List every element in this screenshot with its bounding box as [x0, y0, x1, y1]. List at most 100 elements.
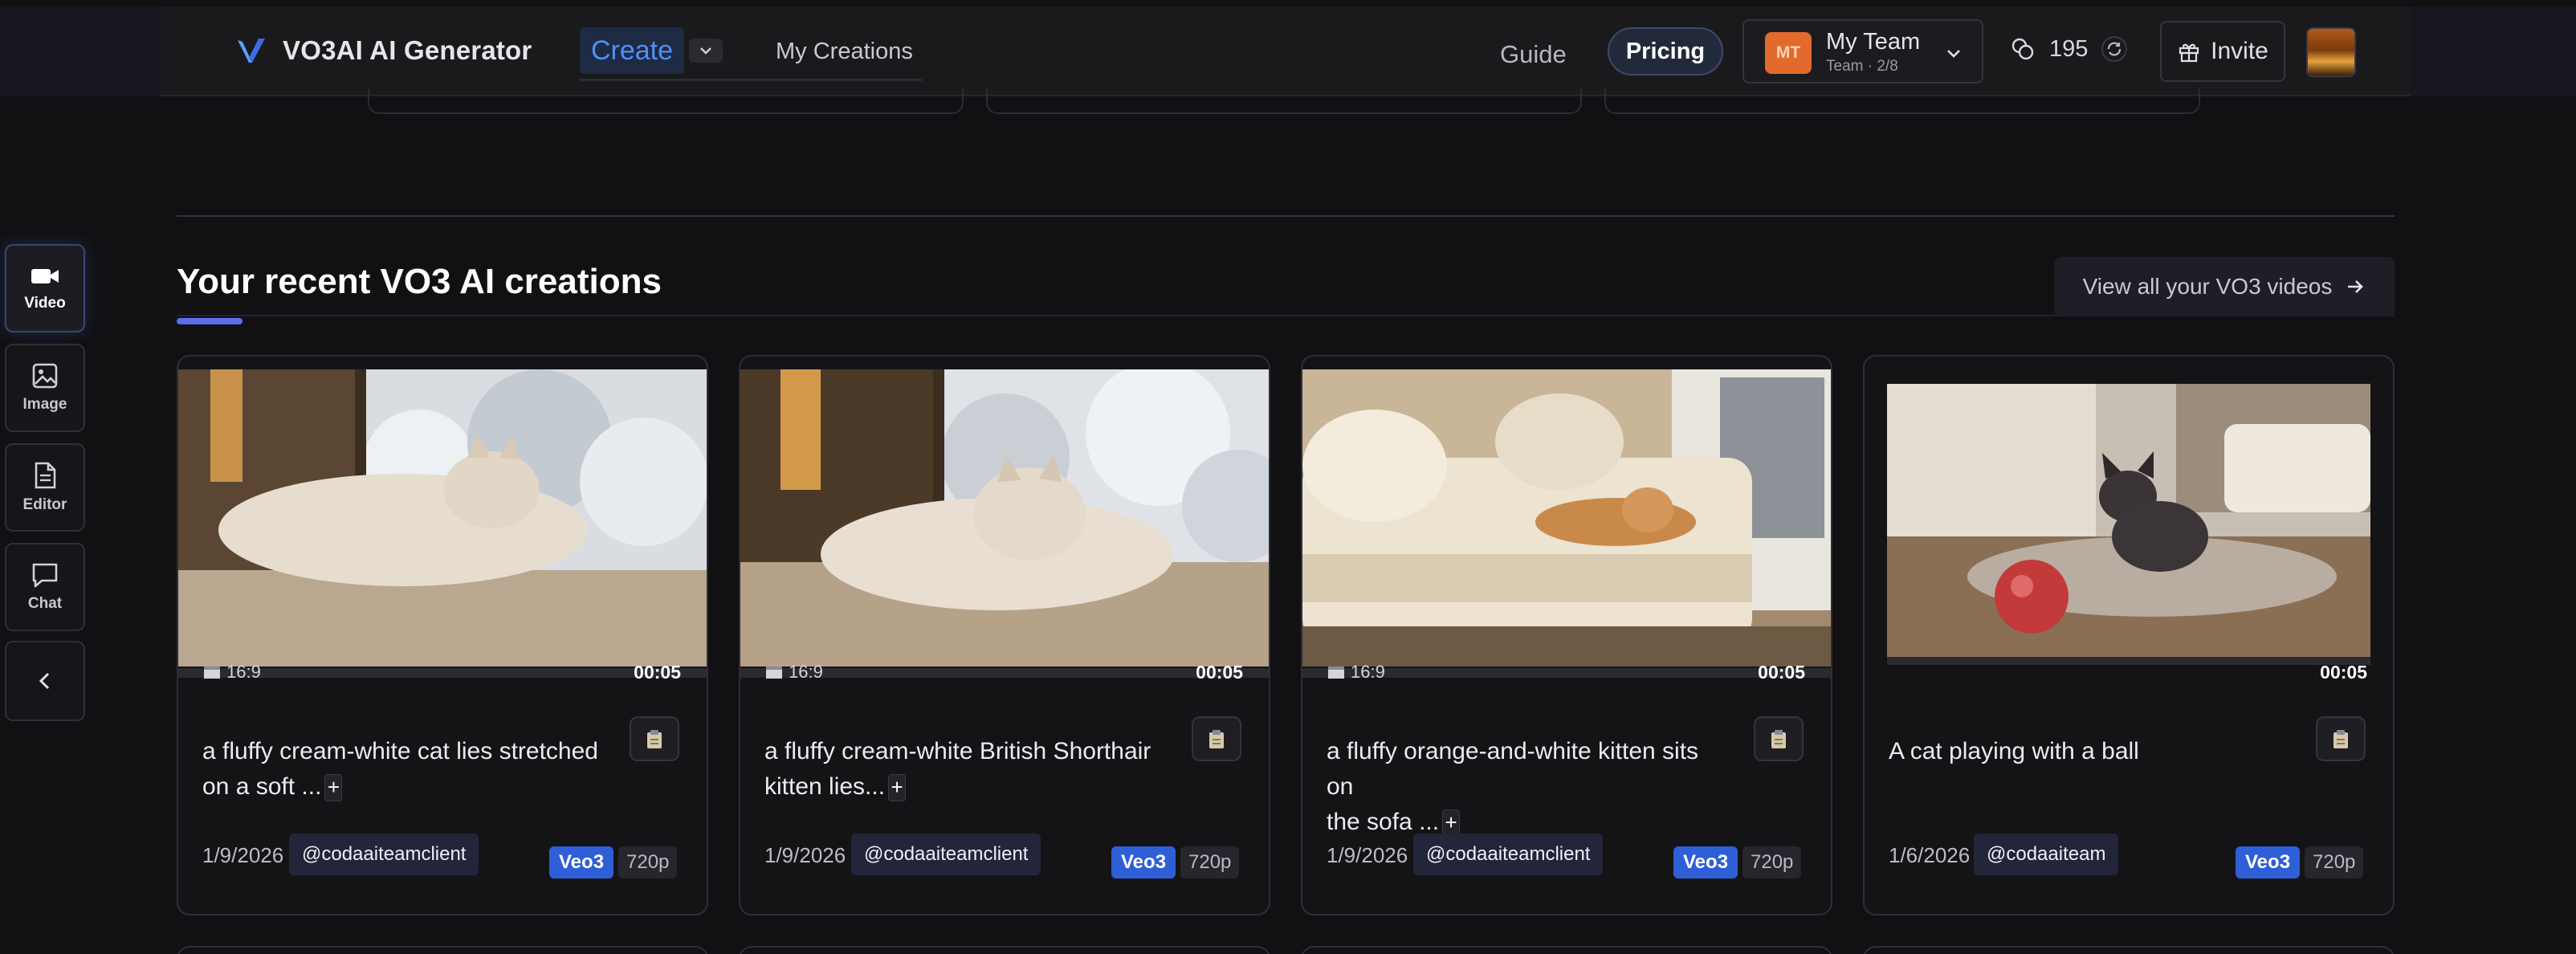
brand-title: VO3AI AI Generator [283, 35, 532, 65]
nav-create-tab[interactable]: Create [580, 27, 684, 74]
team-name: My Team [1826, 29, 1921, 55]
creator-username[interactable]: @codaaiteamclient [1413, 834, 1604, 875]
brand-logo-icon [238, 39, 265, 63]
prompt-line: a fluffy cream-white cat lies stretched [202, 738, 598, 764]
clipboard-icon [1771, 730, 1786, 748]
refresh-icon[interactable] [2101, 35, 2128, 63]
resolution-badge: 720p [618, 846, 678, 879]
invite-button[interactable]: Invite [2160, 21, 2285, 82]
user-avatar[interactable] [2306, 27, 2356, 77]
invite-label: Invite [2211, 38, 2268, 64]
model-badge: Veo3 [1111, 846, 1176, 879]
sidebar-item-label: Video [24, 295, 66, 312]
team-switcher[interactable]: MT My Team Team · 2/8 [1742, 19, 1983, 84]
pricing-button[interactable]: Pricing [1608, 27, 1723, 75]
previous-card-edge [368, 88, 964, 114]
next-card-edge [1301, 946, 1832, 954]
model-badge: Veo3 [2236, 846, 2301, 879]
create-dropdown-button[interactable] [689, 39, 723, 63]
section-title-accent [177, 318, 243, 324]
copy-prompt-button[interactable] [1192, 716, 1241, 761]
creator-username[interactable]: @codaaiteam [1974, 834, 2119, 875]
creation-card[interactable]: 16:9 00:05 a fluffy cream-white British … [739, 355, 1270, 915]
video-duration: 00:05 [1196, 662, 1243, 683]
aspect-ratio: 16:9 [1327, 662, 1385, 683]
aspect-ratio: 16:9 [202, 662, 261, 683]
thumbnail-image [178, 369, 707, 667]
video-thumbnail[interactable] [740, 369, 1269, 667]
model-badge: Veo3 [549, 846, 614, 879]
aspect-ratio-label: 16:9 [789, 662, 823, 682]
creation-card[interactable]: 16:9 00:05 a fluffy cream-white cat lies… [177, 355, 708, 915]
chevron-down-icon [700, 47, 711, 55]
expand-prompt-button[interactable]: + [1442, 809, 1461, 838]
creation-date: 1/6/2026 [1889, 843, 1971, 867]
collapse-sidebar-button[interactable] [5, 641, 85, 721]
view-all-videos-button[interactable]: View all your VO3 videos [2054, 257, 2395, 316]
creation-date: 1/9/2026 [1327, 843, 1408, 867]
resolution-badge: 720p [2305, 846, 2364, 879]
next-card-edge [177, 946, 708, 954]
creation-prompt: A cat playing with a ball [1889, 734, 2290, 769]
sidebar-item-editor[interactable]: Editor [5, 443, 85, 532]
creation-date: 1/9/2026 [202, 843, 284, 867]
thumbnail-image [740, 369, 1269, 667]
creator-username[interactable]: @codaaiteamclient [851, 834, 1041, 875]
video-thumbnail[interactable] [1302, 369, 1831, 667]
video-progress-track[interactable] [1887, 657, 2370, 665]
creation-prompt: a fluffy cream-white cat lies stretched … [202, 734, 604, 805]
sidebar-item-video[interactable]: Video [5, 244, 85, 332]
thumbnail-image [1887, 384, 2370, 657]
video-duration: 00:05 [634, 662, 681, 683]
team-member-count: Team · 2/8 [1826, 58, 1898, 75]
copy-prompt-button[interactable] [2316, 716, 2366, 761]
nav-underline [580, 79, 922, 81]
sidebar-item-label: Chat [27, 595, 63, 612]
expand-prompt-button[interactable]: + [888, 774, 907, 802]
aspect-ratio-label: 16:9 [1351, 662, 1385, 682]
clipboard-icon [647, 730, 662, 748]
credits-value: 195 [2049, 35, 2089, 62]
document-icon [35, 462, 56, 489]
clapperboard-icon [1328, 667, 1344, 679]
video-duration: 00:05 [1758, 662, 1805, 683]
guide-link[interactable]: Guide [1500, 40, 1567, 69]
clapperboard-icon [766, 667, 782, 679]
nav-my-creations-tab[interactable]: My Creations [776, 39, 913, 65]
section-title: Your recent VO3 AI creations [177, 262, 662, 301]
video-thumbnail[interactable] [178, 369, 707, 667]
prompt-line: a fluffy orange-and-white kitten sits on [1327, 738, 1699, 800]
next-card-edge [739, 946, 1270, 954]
copy-prompt-button[interactable] [630, 716, 679, 761]
clipboard-icon [1209, 730, 1224, 748]
brand[interactable]: VO3AI AI Generator [234, 34, 532, 67]
chevron-left-icon [39, 672, 50, 690]
credits-display[interactable]: 195 [2009, 35, 2128, 63]
creation-prompt: a fluffy cream-white British Shorthair k… [764, 734, 1166, 805]
image-icon [32, 363, 58, 389]
next-card-edge [1863, 946, 2395, 954]
chat-icon [32, 563, 58, 588]
sidebar-item-image[interactable]: Image [5, 344, 85, 432]
arrow-right-icon [2348, 280, 2364, 293]
creator-username[interactable]: @codaaiteamclient [289, 834, 479, 875]
previous-card-edge [986, 88, 1582, 114]
thumbnail-image [1302, 369, 1831, 667]
prompt-line: on a soft ... [202, 773, 322, 800]
copy-prompt-button[interactable] [1754, 716, 1804, 761]
creation-card[interactable]: 16:9 00:05 a fluffy orange-and-white kit… [1301, 355, 1832, 915]
clipboard-icon [2333, 730, 2348, 748]
prompt-line: kitten lies... [764, 773, 886, 800]
previous-card-edge [1604, 88, 2200, 114]
aspect-ratio: 16:9 [764, 662, 823, 683]
sidebar-item-chat[interactable]: Chat [5, 543, 85, 631]
resolution-badge: 720p [1180, 846, 1240, 879]
prompt-line: A cat playing with a ball [1889, 738, 2139, 764]
model-badge: Veo3 [1673, 846, 1738, 879]
video-thumbnail[interactable] [1887, 384, 2370, 657]
chevron-down-icon [1947, 50, 1960, 58]
video-icon [31, 269, 59, 283]
expand-prompt-button[interactable]: + [324, 774, 343, 802]
section-divider [177, 215, 2395, 217]
creation-card[interactable]: 00:05 A cat playing with a ball 1/6/2026… [1863, 355, 2395, 915]
